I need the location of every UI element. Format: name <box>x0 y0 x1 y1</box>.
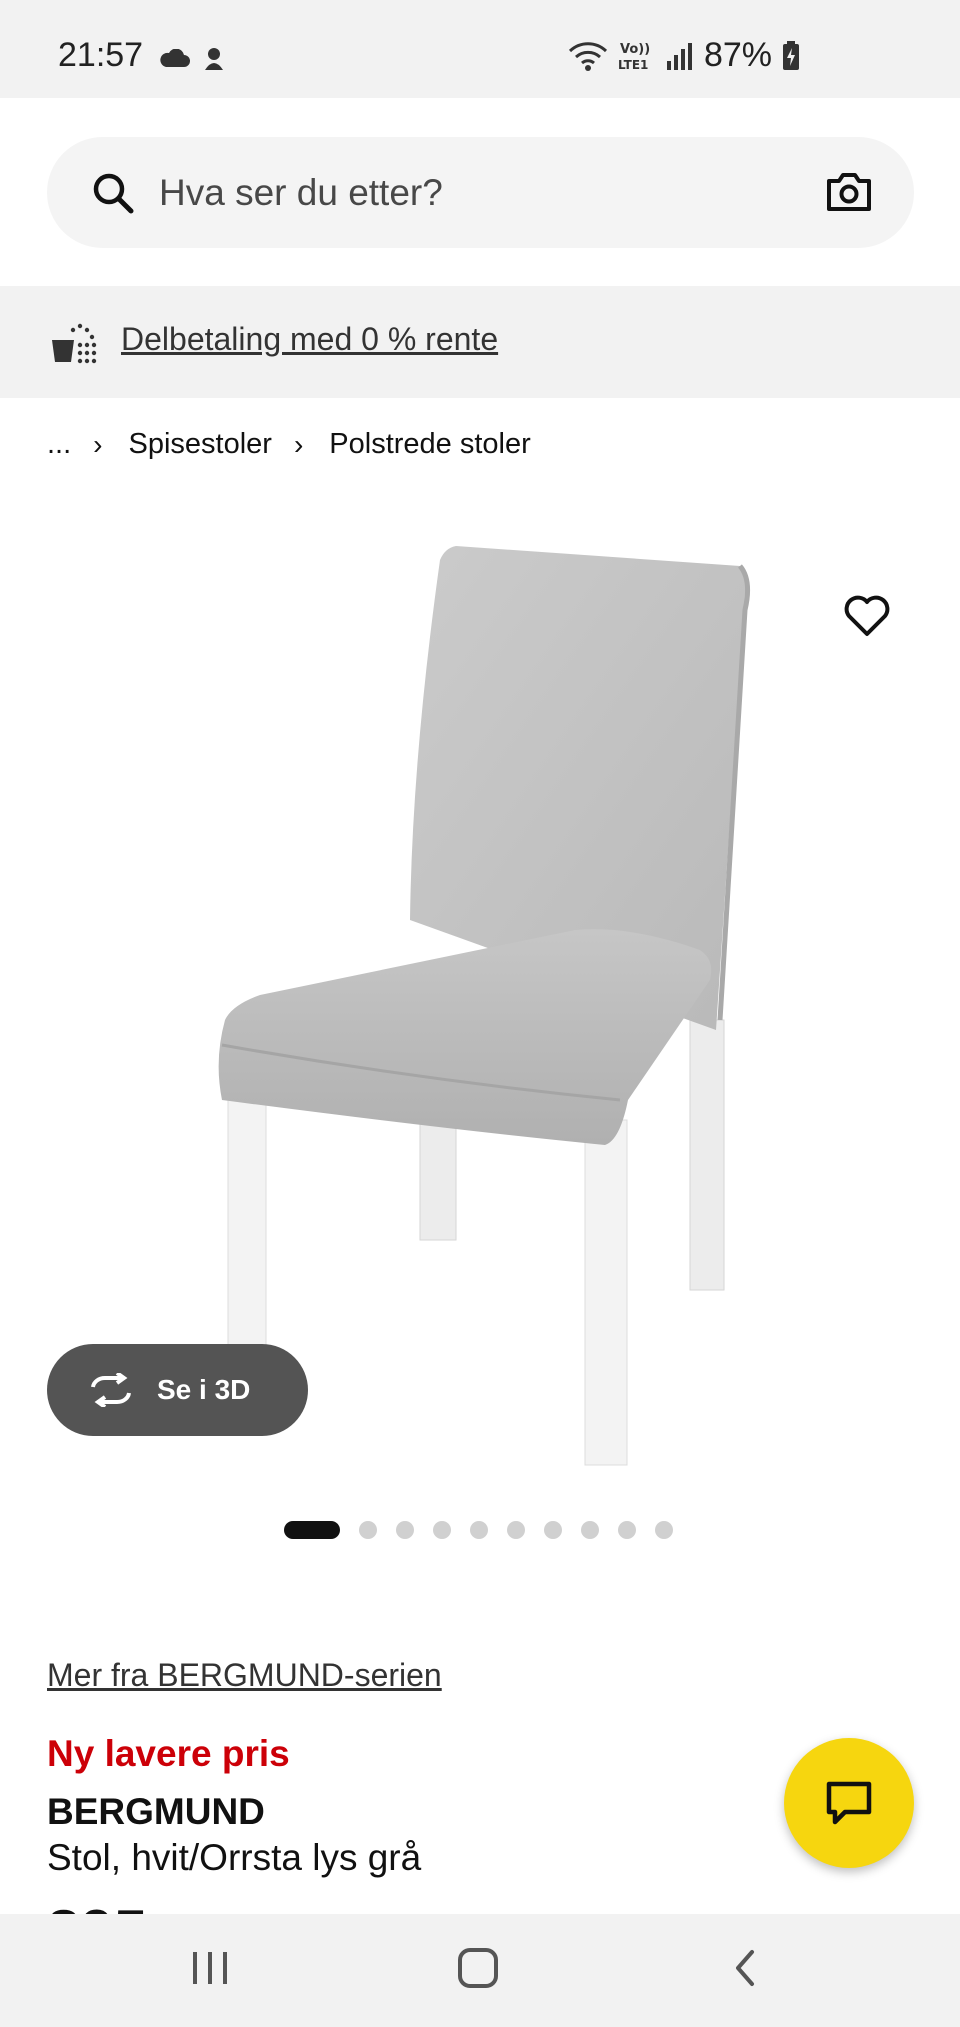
svg-text:Vo)): Vo)) <box>620 42 650 57</box>
system-navigation-bar <box>0 1914 960 2027</box>
cloud-icon <box>160 49 190 67</box>
breadcrumb-item-polstrede-stoler[interactable]: Polstrede stoler <box>329 428 531 461</box>
battery-charging-icon <box>783 40 799 70</box>
chevron-right-icon: › <box>93 428 103 460</box>
wifi-icon <box>568 41 607 71</box>
installment-link[interactable]: Delbetaling med 0 % rente <box>121 321 498 358</box>
signal-icon <box>666 42 692 70</box>
search-bar[interactable] <box>47 137 914 248</box>
chair-image <box>218 546 751 1466</box>
search-input[interactable] <box>159 137 759 248</box>
status-time: 21:57 <box>58 36 144 74</box>
back-icon[interactable] <box>730 1942 760 1992</box>
product-name: BERGMUND <box>47 1791 265 1832</box>
status-notification-icons <box>158 46 226 72</box>
status-bar: 21:57 Vo)) LTE1 87% <box>0 0 960 98</box>
carousel-indicator <box>284 1521 673 1539</box>
breadcrumb-item-ellipsis[interactable]: ... <box>47 428 71 461</box>
carousel-dot[interactable] <box>359 1521 377 1539</box>
promo-banner[interactable]: Delbetaling med 0 % rente <box>0 286 960 398</box>
status-system-icons: Vo)) LTE1 87% <box>568 36 800 75</box>
price-badge: Ny lavere pris <box>47 1733 290 1774</box>
volte-icon: Vo))LTE1 <box>618 42 650 72</box>
carousel-dot[interactable] <box>433 1521 451 1539</box>
carousel-dot[interactable] <box>507 1521 525 1539</box>
chat-icon <box>826 1781 872 1825</box>
carousel-dot[interactable] <box>544 1521 562 1539</box>
product-description: Stol, hvit/Orrsta lys grå <box>47 1837 422 1878</box>
carousel-dot[interactable] <box>618 1521 636 1539</box>
rotate-3d-icon <box>91 1373 131 1407</box>
installment-icon <box>52 323 97 364</box>
svg-text:LTE1: LTE1 <box>618 58 648 72</box>
chat-button[interactable] <box>784 1738 914 1868</box>
battery-percentage: 87% <box>703 36 772 74</box>
product-image[interactable] <box>0 500 960 1490</box>
carousel-dot-active[interactable] <box>284 1521 340 1539</box>
product-price: 895 <box>47 1902 147 1914</box>
camera-icon[interactable] <box>826 169 872 215</box>
carousel-dot[interactable] <box>470 1521 488 1539</box>
chevron-right-icon: › <box>293 428 304 460</box>
series-link[interactable]: Mer fra BERGMUND-serien <box>47 1657 442 1694</box>
breadcrumb-item-spisestoler[interactable]: Spisestoler <box>129 428 272 461</box>
view-3d-button[interactable]: Se i 3D <box>47 1344 308 1436</box>
carousel-dot[interactable] <box>581 1521 599 1539</box>
carousel-dot[interactable] <box>396 1521 414 1539</box>
recent-apps-icon[interactable] <box>190 1942 230 1992</box>
heart-icon[interactable] <box>843 594 891 638</box>
carousel-dot[interactable] <box>655 1521 673 1539</box>
notification-icon <box>205 48 223 70</box>
breadcrumb: ... › Spisestoler › Polstrede stoler <box>47 428 531 461</box>
view-3d-label: Se i 3D <box>157 1374 251 1405</box>
search-icon <box>93 173 134 214</box>
home-icon[interactable] <box>456 1942 500 1992</box>
